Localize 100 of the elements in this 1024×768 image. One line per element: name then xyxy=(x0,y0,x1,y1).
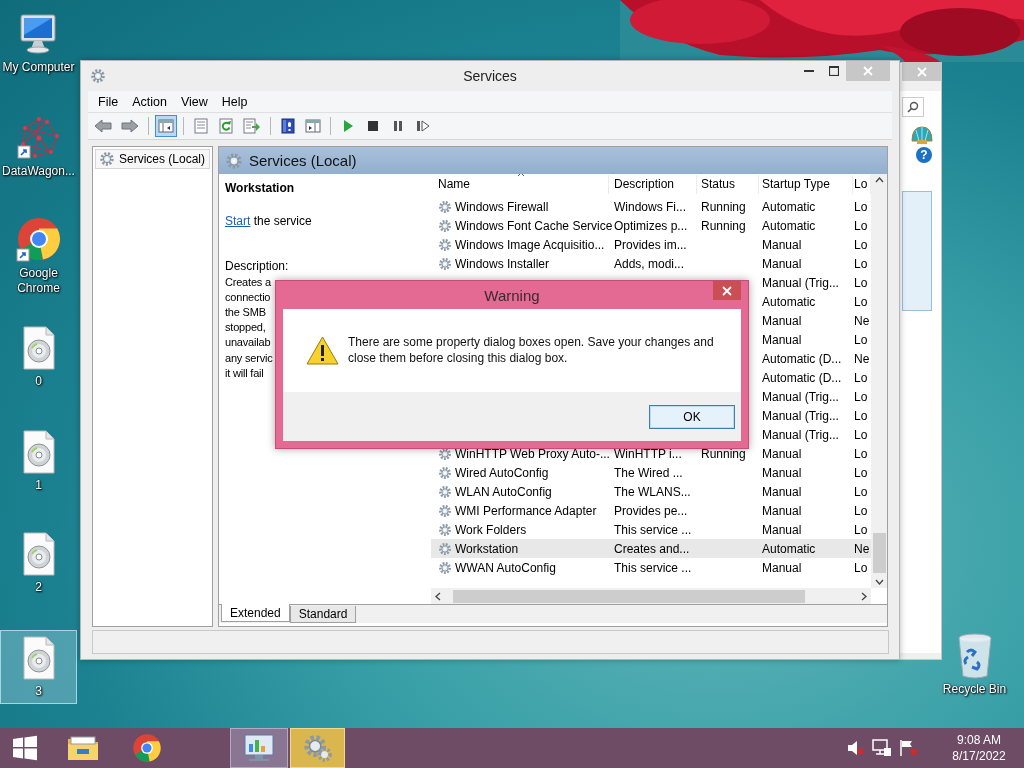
action-pane-icon xyxy=(305,118,321,134)
help-icon xyxy=(280,118,296,134)
column-header[interactable]: Name xyxy=(433,175,609,194)
maximize-icon xyxy=(828,66,839,76)
column-header[interactable]: Startup Type xyxy=(759,175,853,194)
console-tree-icon xyxy=(158,118,174,134)
menu-item[interactable]: View xyxy=(173,94,215,109)
table-cell: Manual xyxy=(762,484,802,499)
table-cell: This service ... xyxy=(614,560,692,575)
flag-icon[interactable] xyxy=(899,739,919,757)
close-icon xyxy=(863,66,873,76)
table-cell: Manual xyxy=(762,560,802,575)
service-row[interactable]: WinHTTP Web Proxy Auto-... WinHTTP i... Running Manual Lo xyxy=(431,444,871,463)
pane-title: Services (Local) xyxy=(249,152,357,169)
gear-icon xyxy=(438,484,452,499)
clock-time[interactable]: 9:08 AM xyxy=(957,732,1001,748)
service-row[interactable]: WLAN AutoConfig The WLANS... Manual Lo xyxy=(431,482,871,501)
console-tree-button[interactable] xyxy=(155,115,177,137)
table-cell: Work Folders xyxy=(455,522,527,537)
speaker-muted-icon[interactable] xyxy=(847,740,865,756)
network-icon[interactable] xyxy=(872,739,892,757)
description-text: Creates a xyxy=(225,274,271,290)
dialog-title: Warning xyxy=(484,286,540,304)
view-tab[interactable]: Extended xyxy=(221,604,290,622)
table-cell: The WLANS... xyxy=(614,484,691,499)
table-cell: Manual xyxy=(762,522,802,537)
gear-icon xyxy=(302,733,333,763)
minimize-icon xyxy=(803,70,814,72)
gear-icon xyxy=(99,151,115,167)
close-button[interactable] xyxy=(902,63,941,81)
desktop-icon[interactable]: 1 xyxy=(0,424,77,498)
gear-icon xyxy=(438,503,452,518)
warning-icon xyxy=(306,336,339,365)
network-drawing-icon xyxy=(16,116,61,160)
table-cell: Manual (Trig... xyxy=(762,427,839,442)
action-text: Start the service xyxy=(225,214,312,230)
horizontal-scrollbar[interactable] xyxy=(431,588,871,604)
service-row[interactable]: Work Folders This service ... Manual Lo xyxy=(431,520,871,539)
table-cell: Lo xyxy=(854,389,868,404)
control-panel-icon xyxy=(243,733,275,763)
disc-file-icon xyxy=(21,636,56,680)
view-tab[interactable]: Standard xyxy=(289,606,357,623)
table-cell: Automatic xyxy=(762,218,816,233)
desktop-icon[interactable]: 0 xyxy=(0,320,77,394)
start-link[interactable]: Start xyxy=(225,214,251,229)
service-row[interactable]: Windows Font Cache ServiceOptimizes p... Running Automatic Lo xyxy=(431,216,871,235)
service-row[interactable]: WWAN AutoConfig This service ... Manual Lo xyxy=(431,558,871,577)
service-row[interactable]: Windows Image Acquisitio... Provides im... Manual Lo xyxy=(431,235,871,254)
scrollbar-thumb[interactable] xyxy=(872,533,886,573)
icon-label: Google Chrome xyxy=(17,266,60,296)
table-cell: WLAN AutoConfig xyxy=(455,484,552,499)
desktop-icon[interactable]: My Computer xyxy=(0,6,77,80)
icon-label: 0 xyxy=(35,374,42,389)
dialog-message: There are some property dialog boxes open. Save your changes and close them before closing this dialog box. xyxy=(348,335,715,366)
services-button[interactable] xyxy=(290,728,345,768)
gear-icon xyxy=(90,68,106,84)
help-icon[interactable]: ? xyxy=(916,147,932,163)
service-row[interactable]: Wired AutoConfig The Wired ... Manual Lo xyxy=(431,463,871,482)
search-field[interactable] xyxy=(902,97,924,117)
menu-item[interactable]: Action xyxy=(125,94,174,109)
service-row[interactable]: Windows Firewall Windows Fi... Running Automatic Lo xyxy=(431,197,871,216)
tree-item[interactable]: Services (Local) xyxy=(95,149,210,169)
table-cell: The Wired ... xyxy=(614,465,683,480)
table-cell: Lo xyxy=(854,332,868,347)
vertical-scrollbar[interactable] xyxy=(871,174,887,588)
table-cell: WinHTTP i... xyxy=(614,446,682,461)
desktop-icon[interactable]: 2 xyxy=(0,526,77,600)
close-icon xyxy=(916,67,927,77)
scrollbar-thumb[interactable] xyxy=(453,589,805,603)
window-title: Services xyxy=(463,68,517,84)
menu-item[interactable]: File xyxy=(91,94,126,109)
table-cell: Automatic xyxy=(762,199,816,214)
table-cell: Creates and... xyxy=(614,541,690,556)
menu-item[interactable]: Help xyxy=(214,94,255,109)
close-button[interactable] xyxy=(713,281,741,300)
ok-button[interactable]: OK xyxy=(649,404,735,429)
desktop-icon[interactable]: DataWagon... xyxy=(0,110,77,184)
table-cell: Windows Fi... xyxy=(614,199,686,214)
service-row[interactable]: WMI Performance Adapter Provides pe... Manual Lo xyxy=(431,501,871,520)
service-row[interactable]: Windows Installer Adds, modi... Manual Lo xyxy=(431,254,871,273)
service-row[interactable]: Workstation Creates and... Automatic Ne xyxy=(431,539,871,558)
gear-icon xyxy=(438,446,452,461)
table-cell: Automatic xyxy=(762,294,816,309)
column-header[interactable]: Status xyxy=(697,175,759,194)
table-cell: Running xyxy=(701,199,746,214)
resume-icon xyxy=(416,120,430,132)
scroll-left-icon xyxy=(435,591,441,601)
column-header[interactable]: Description xyxy=(609,175,697,194)
table-cell: Ne xyxy=(854,541,870,556)
table-cell: Lo xyxy=(854,408,868,423)
start-icon xyxy=(342,119,354,133)
control-panel-button[interactable] xyxy=(230,728,288,768)
disc-file-icon xyxy=(21,532,56,576)
desktop-icon[interactable]: Google Chrome xyxy=(0,212,77,301)
gear-icon xyxy=(438,218,452,233)
table-cell: Manual xyxy=(762,313,802,328)
service-name: Workstation xyxy=(225,181,295,197)
clock-date[interactable]: 8/17/2022 xyxy=(952,748,1006,764)
table-cell: Manual xyxy=(762,256,802,271)
table-cell: Lo xyxy=(854,275,868,290)
